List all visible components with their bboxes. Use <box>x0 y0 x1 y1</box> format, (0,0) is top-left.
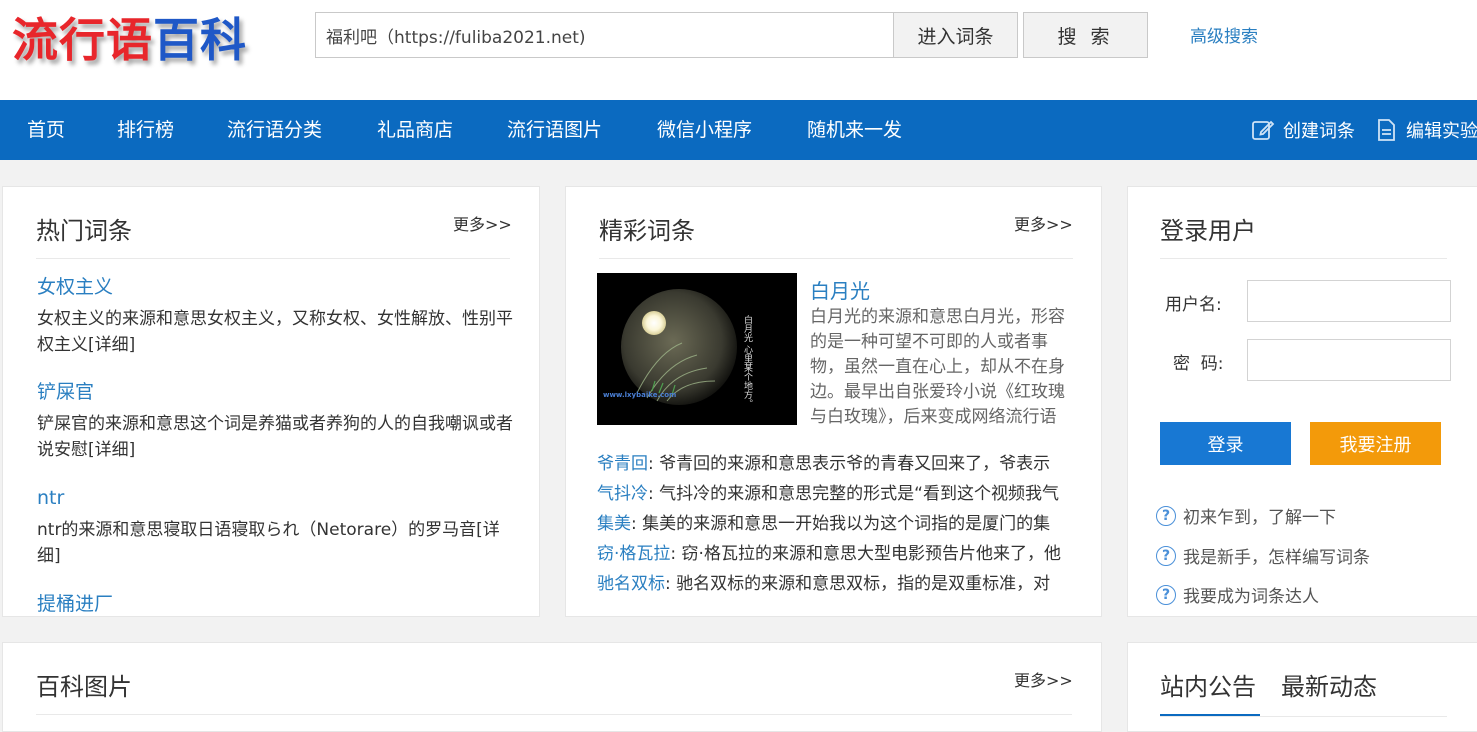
edit-icon <box>1252 120 1275 140</box>
tab-site-notice[interactable]: 站内公告 <box>1160 667 1256 702</box>
featured-entries-panel: 精彩词条 更多>> 白月光 心里某个地方。 www.lxybaike.com 白… <box>565 186 1102 617</box>
divider <box>599 258 1073 259</box>
featured-entry-desc: : 窃·格瓦拉的来源和意思大型电影预告片他来了，他 <box>670 544 1061 564</box>
main-nav: 首页 排行榜 流行语分类 礼品商店 流行语图片 微信小程序 随机来一发 创建词条… <box>0 100 1477 160</box>
password-label: 密 码: <box>1173 354 1224 374</box>
featured-entry-link[interactable]: 集美 <box>597 514 631 534</box>
help-text: 我是新手，怎样编写词条 <box>1183 548 1370 568</box>
list-item: 气抖冷: 气抖冷的来源和意思完整的形式是“看到这个视频我气 <box>597 482 1097 506</box>
featured-entry-desc: : 集美的来源和意思一开始我以为这个词指的是厦门的集 <box>631 514 1051 534</box>
nav-images[interactable]: 流行语图片 <box>507 100 602 160</box>
list-item: 窃·格瓦拉: 窃·格瓦拉的来源和意思大型电影预告片他来了，他 <box>597 542 1097 566</box>
site-logo[interactable]: 流行语百科 <box>12 4 274 70</box>
create-entry-label: 创建词条 <box>1283 121 1355 142</box>
list-item: 铲屎官 铲屎官的来源和意思这个词是养猫或者养狗的人的自我嘲讽或者说安慰[详细] <box>37 379 515 463</box>
featured-main-title[interactable]: 白月光 <box>810 275 870 304</box>
list-item: 集美: 集美的来源和意思一开始我以为这个词指的是厦门的集 <box>597 512 1097 536</box>
featured-entry-desc: : 驰名双标的来源和意思双标，指的是双重标准，对 <box>665 574 1051 594</box>
question-icon: ? <box>1156 505 1176 526</box>
question-icon: ? <box>1156 584 1176 605</box>
featured-main-desc: 白月光的来源和意思白月光，形容的是一种可望不可即的人或者事物，虽然一直在心上，却… <box>810 307 1065 427</box>
moon-illustration: 白月光 心里某个地方。 www.lxybaike.com <box>597 273 797 425</box>
help-text: 我要成为词条达人 <box>1183 587 1319 607</box>
hot-more-link[interactable]: 更多>> <box>453 211 512 235</box>
featured-entry-desc: : 爷青回的来源和意思表示爷的青春又回来了，爷表示 <box>648 454 1051 474</box>
enter-entry-button[interactable]: 进入词条 <box>893 12 1018 58</box>
create-entry-link[interactable]: 创建词条 <box>1251 100 1355 160</box>
image-vertical-text: 白月光 心里某个地方。 <box>742 314 753 408</box>
hot-entry-desc: 铲屎官的来源和意思这个词是养猫或者养狗的人的自我嘲讽或者说安慰[详细] <box>37 414 513 460</box>
hot-entry-title[interactable]: 铲屎官 <box>37 381 94 403</box>
images-title: 百科图片 <box>36 673 132 701</box>
tab-latest-news[interactable]: 最新动态 <box>1281 667 1377 702</box>
username-label: 用户名: <box>1165 295 1222 315</box>
help-text: 初来乍到，了解一下 <box>1183 508 1336 528</box>
username-field[interactable] <box>1247 280 1451 322</box>
advanced-search-link[interactable]: 高级搜索 <box>1190 22 1258 47</box>
nav-ranking[interactable]: 排行榜 <box>117 100 174 160</box>
hot-entry-desc: 女权主义的来源和意思女权主义，又称女权、女性解放、性别平权主义[详细] <box>37 309 513 355</box>
featured-title: 精彩词条 <box>599 217 695 245</box>
featured-more-link[interactable]: 更多>> <box>1014 211 1073 235</box>
edit-lab-link[interactable]: 编辑实验 <box>1374 100 1477 160</box>
login-panel: 登录用户 用户名: 密 码: 登录 我要注册 ? 初来乍到，了解一下 ? 我是新… <box>1127 186 1477 617</box>
document-icon <box>1378 119 1395 141</box>
login-button[interactable]: 登录 <box>1160 422 1291 465</box>
featured-entry-link[interactable]: 窃·格瓦拉 <box>597 544 670 564</box>
images-panel: 百科图片 更多>> <box>2 642 1102 732</box>
images-more-link[interactable]: 更多>> <box>1014 667 1073 691</box>
help-link-expert[interactable]: ? 我要成为词条达人 <box>1156 582 1319 607</box>
hot-entries-title: 热门词条 <box>36 217 132 245</box>
top-header: 流行语百科 进入词条 搜 索 高级搜索 <box>0 0 1477 100</box>
featured-image[interactable]: 白月光 心里某个地方。 www.lxybaike.com <box>597 273 797 425</box>
divider <box>36 258 510 259</box>
list-item: 爷青回: 爷青回的来源和意思表示爷的青春又回来了，爷表示 <box>597 452 1097 476</box>
nav-wechat-miniprogram[interactable]: 微信小程序 <box>657 100 752 160</box>
image-watermark: www.lxybaike.com <box>603 391 676 399</box>
logo-text: 流行语百科 <box>12 4 247 70</box>
featured-entry-link[interactable]: 爷青回 <box>597 454 648 474</box>
hot-entry-desc: ntr的来源和意思寝取日语寝取られ（Netorare）的罗马音[详细] <box>37 520 500 566</box>
logo-text-red: 流行语 <box>12 13 153 67</box>
notice-panel: 站内公告 最新动态 <box>1127 642 1477 732</box>
featured-entry-link[interactable]: 驰名双标 <box>597 574 665 594</box>
list-item: 提桶进厂 <box>37 591 515 616</box>
divider <box>36 714 1072 715</box>
question-icon: ? <box>1156 545 1176 566</box>
nav-categories[interactable]: 流行语分类 <box>227 100 322 160</box>
featured-entry-desc: : 气抖冷的来源和意思完整的形式是“看到这个视频我气 <box>648 484 1059 504</box>
nav-home[interactable]: 首页 <box>27 100 65 160</box>
search-input[interactable] <box>315 12 893 58</box>
password-field[interactable] <box>1247 339 1451 381</box>
help-link-intro[interactable]: ? 初来乍到，了解一下 <box>1156 503 1336 528</box>
hot-entry-title[interactable]: ntr <box>37 487 64 509</box>
nav-random[interactable]: 随机来一发 <box>807 100 902 160</box>
featured-entry-link[interactable]: 气抖冷 <box>597 484 648 504</box>
list-item: 女权主义 女权主义的来源和意思女权主义，又称女权、女性解放、性别平权主义[详细] <box>37 274 515 358</box>
hot-entry-title[interactable]: 提桶进厂 <box>37 593 113 615</box>
hot-entries-panel: 热门词条 更多>> 女权主义 女权主义的来源和意思女权主义，又称女权、女性解放、… <box>2 186 540 617</box>
logo-text-blue: 百科 <box>153 13 247 67</box>
hot-entry-title[interactable]: 女权主义 <box>37 276 113 298</box>
list-item: ntr ntr的来源和意思寝取日语寝取られ（Netorare）的罗马音[详细] <box>37 485 515 569</box>
nav-gift-shop[interactable]: 礼品商店 <box>377 100 453 160</box>
register-button[interactable]: 我要注册 <box>1310 422 1441 465</box>
help-link-newbie[interactable]: ? 我是新手，怎样编写词条 <box>1156 543 1370 568</box>
search-button[interactable]: 搜 索 <box>1023 12 1148 58</box>
edit-lab-label: 编辑实验 <box>1406 121 1477 142</box>
login-title: 登录用户 <box>1160 217 1256 245</box>
divider <box>1160 258 1447 259</box>
list-item: 驰名双标: 驰名双标的来源和意思双标，指的是双重标准，对 <box>597 572 1097 596</box>
